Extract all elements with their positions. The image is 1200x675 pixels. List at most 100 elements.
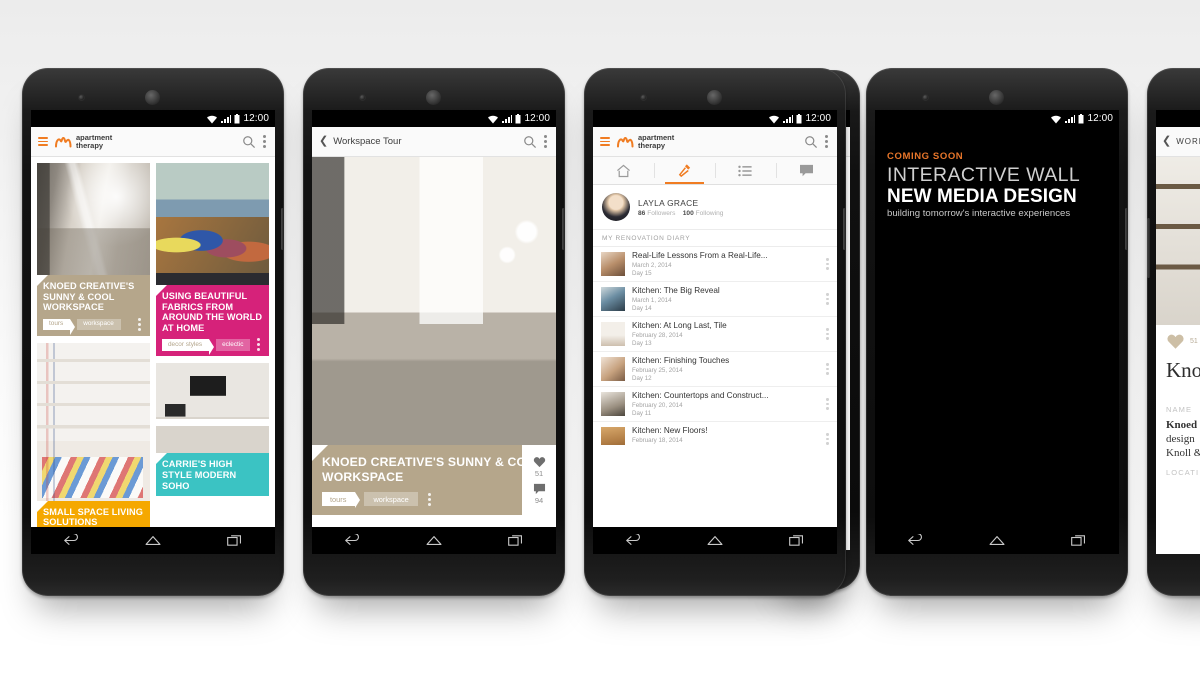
coming-soon-label: COMING SOON xyxy=(887,151,964,162)
app-bar-phone-3: apartment therapy xyxy=(593,127,837,157)
detail-tags: tours workspace xyxy=(322,492,546,509)
nav-back-icon[interactable] xyxy=(63,534,80,547)
list-item-overflow-icon[interactable] xyxy=(826,293,829,305)
card-overflow-icon[interactable] xyxy=(138,317,141,331)
menu-icon[interactable] xyxy=(600,137,610,146)
list-item-date: February 25, 2014 xyxy=(632,366,683,374)
detail-title: KNOED CREATIVE'S SUNNY & COOL WORKSPACE xyxy=(322,455,544,484)
list-item-overflow-icon[interactable] xyxy=(826,398,829,410)
nav-recents-icon[interactable] xyxy=(507,534,524,547)
comment-stat[interactable]: 94 xyxy=(533,483,546,505)
brand-logo[interactable]: apartment therapy xyxy=(617,133,674,150)
list-item-overflow-icon[interactable] xyxy=(826,363,829,375)
signal-icon xyxy=(502,114,513,123)
list-item-day: Day 11 xyxy=(632,410,652,417)
card-photo: STOP ME xyxy=(156,363,269,454)
tab-home[interactable] xyxy=(593,157,654,184)
search-icon[interactable] xyxy=(523,135,537,149)
nav-back-icon[interactable] xyxy=(344,534,361,547)
list-item[interactable]: Kitchen: Countertops and Construct... Fe… xyxy=(593,387,837,422)
feed-card[interactable]: STOP ME CARRIE'S HIGH STYLE MODERN SOHO xyxy=(156,363,269,497)
status-bar: 12:00 xyxy=(1156,110,1200,127)
list-item-overflow-icon[interactable] xyxy=(826,328,829,340)
power-button[interactable] xyxy=(562,208,565,250)
android-nav-bar xyxy=(31,527,275,554)
list-item-title: Kitchen: The Big Reveal xyxy=(632,286,720,295)
field-label-location: LOCATI xyxy=(1166,468,1200,477)
list-item[interactable]: Kitchen: At Long Last, Tile February 28,… xyxy=(593,317,837,352)
list-icon xyxy=(738,165,752,176)
detail-tag[interactable]: workspace xyxy=(364,492,418,507)
card-tag[interactable]: tours xyxy=(43,318,76,336)
nav-home-icon[interactable] xyxy=(706,534,724,547)
overflow-icon[interactable] xyxy=(825,135,828,148)
nav-back-icon[interactable] xyxy=(625,534,642,547)
detail-tag[interactable]: tours xyxy=(322,492,361,509)
overflow-icon[interactable] xyxy=(544,135,547,148)
menu-icon[interactable] xyxy=(38,137,48,146)
search-icon[interactable] xyxy=(242,135,256,149)
nav-back-icon[interactable] xyxy=(907,534,924,547)
comment-count: 94 xyxy=(534,495,544,505)
card-tag[interactable]: workspace xyxy=(77,318,121,330)
card-title: USING BEAUTIFUL FABRICS FROM AROUND THE … xyxy=(162,291,263,333)
feed-card[interactable]: USING BEAUTIFUL FABRICS FROM AROUND THE … xyxy=(156,163,269,357)
nav-home-icon[interactable] xyxy=(988,534,1006,547)
card-title: KNOED CREATIVE'S SUNNY & COOL WORKSPACE xyxy=(43,281,135,313)
nav-recents-icon[interactable] xyxy=(1070,534,1087,547)
overflow-icon[interactable] xyxy=(263,135,266,148)
back-button[interactable]: ❮ Workspace Tour xyxy=(319,136,402,148)
tab-list[interactable] xyxy=(715,157,776,184)
detail-overflow-icon[interactable] xyxy=(427,492,431,506)
list-item-date: February 18, 2014 xyxy=(632,436,683,444)
splash-tagline: building tomorrow's interactive experien… xyxy=(887,208,1071,219)
android-nav-bar xyxy=(875,527,1119,554)
power-button[interactable] xyxy=(843,208,846,250)
volume-button[interactable] xyxy=(1147,218,1150,278)
brand-logo[interactable]: apartment therapy xyxy=(55,133,112,150)
list-item[interactable]: Kitchen: Finishing Touches February 25, … xyxy=(593,352,837,387)
page-title: Workspace Tour xyxy=(333,136,402,147)
list-item[interactable]: Real-Life Lessons From a Real-Life... Ma… xyxy=(593,247,837,282)
tab-comments[interactable] xyxy=(776,157,837,184)
card-notch xyxy=(37,275,48,286)
front-camera-icon xyxy=(640,94,647,101)
like-stat[interactable]: 51 xyxy=(1156,325,1200,354)
feed-card[interactable]: SMALL SPACE LIVING SOLUTIONS xyxy=(37,342,150,533)
list-item[interactable]: Kitchen: New Floors! February 18, 2014 D… xyxy=(593,422,837,445)
card-overflow-icon[interactable] xyxy=(257,338,260,352)
list-item-title: Kitchen: New Floors! xyxy=(632,426,708,435)
apartment-therapy-logo-icon xyxy=(617,136,634,147)
list-item-overflow-icon[interactable] xyxy=(826,433,829,445)
search-icon[interactable] xyxy=(804,135,818,149)
battery-icon xyxy=(1078,113,1084,123)
avatar[interactable] xyxy=(602,193,630,221)
comment-icon xyxy=(800,164,813,177)
list-item-title: Kitchen: Countertops and Construct... xyxy=(632,391,769,400)
splash-headline-2: NEW MEDIA DESIGN xyxy=(887,186,1077,207)
artwork-label: STOP ME xyxy=(193,383,223,394)
battery-icon xyxy=(515,113,521,123)
section-header: MY RENOVATION DIARY xyxy=(593,230,837,247)
nav-home-icon[interactable] xyxy=(144,534,162,547)
heart-icon xyxy=(533,456,545,467)
signal-icon xyxy=(221,114,232,123)
like-stat[interactable]: 51 xyxy=(533,456,546,478)
nav-recents-icon[interactable] xyxy=(226,534,243,547)
tab-projects[interactable] xyxy=(654,157,715,184)
card-tag[interactable]: eclectic xyxy=(216,339,251,351)
screen-phone-1: 12:00 apartment therapy KNOED CREATIVE'S… xyxy=(31,110,275,554)
list-item-overflow-icon[interactable] xyxy=(826,258,829,270)
power-button[interactable] xyxy=(281,208,284,250)
power-button[interactable] xyxy=(1125,208,1128,250)
phone-4: 12:00 COMING SOON INTERACTIVE WALL NEW M… xyxy=(866,68,1128,596)
feed-card[interactable]: KNOED CREATIVE'S SUNNY & COOL WORKSPACE … xyxy=(37,163,150,336)
nav-recents-icon[interactable] xyxy=(788,534,805,547)
field-value-line1: Knoed xyxy=(1166,419,1198,431)
nav-home-icon[interactable] xyxy=(425,534,443,547)
list-item-date: March 1, 2014 xyxy=(632,296,672,304)
card-tag[interactable]: decor styles xyxy=(162,339,215,356)
back-chevron-icon[interactable]: ❮ xyxy=(1162,136,1171,147)
card-title: CARRIE'S HIGH STYLE MODERN SOHO xyxy=(162,459,237,491)
list-item[interactable]: Kitchen: The Big Reveal March 1, 2014 Da… xyxy=(593,282,837,317)
